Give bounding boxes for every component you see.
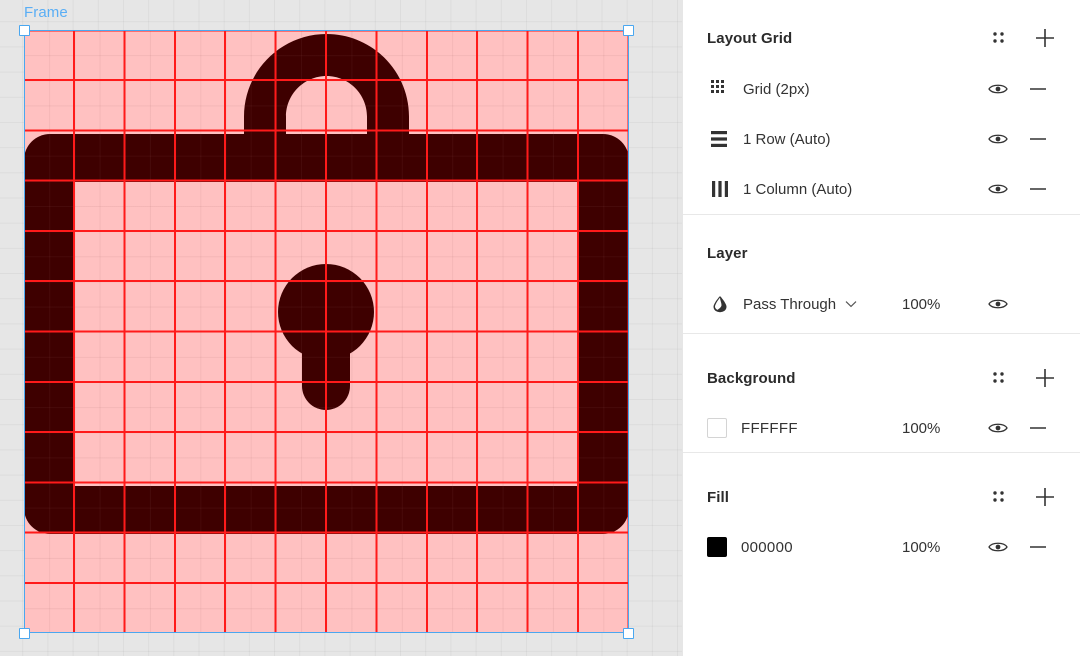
layout-grid-title: Layout Grid	[707, 29, 793, 47]
remove-fill-icon[interactable]	[1020, 544, 1056, 550]
layer-row[interactable]: Pass Through 100%	[707, 275, 1056, 333]
design-tool-window: Frame Layout Grid Grid (2px) 1 Row (Auto…	[0, 0, 1080, 656]
resize-handle-top-right[interactable]	[622, 24, 634, 36]
add-layout-grid-icon[interactable]	[1034, 27, 1056, 49]
frame-label[interactable]: Frame	[24, 4, 68, 21]
layer-title: Layer	[707, 244, 748, 262]
blend-mode-value: Pass Through	[743, 295, 837, 313]
section-layout-grid: Layout Grid Grid (2px) 1 Row (Auto) 1 Co…	[683, 0, 1080, 214]
background-header: Background	[707, 334, 1056, 404]
visibility-eye-icon[interactable]	[976, 421, 1020, 435]
layout-grid-row-rows[interactable]: 1 Row (Auto)	[707, 114, 1056, 164]
fill-opacity-value[interactable]: 100%	[902, 539, 976, 556]
background-settings-icon[interactable]	[992, 371, 1006, 385]
remove-background-icon[interactable]	[1020, 425, 1056, 431]
background-opacity-value[interactable]: 100%	[902, 420, 976, 437]
remove-layout-grid-icon[interactable]	[1020, 186, 1056, 192]
remove-layout-grid-icon[interactable]	[1020, 136, 1056, 142]
grid-settings-icon[interactable]	[992, 31, 1006, 45]
section-background: Background FFFFFF 100%	[683, 333, 1080, 452]
columns-icon	[707, 180, 733, 198]
layout-grid-label-grid: Grid (2px)	[743, 80, 810, 98]
background-row[interactable]: FFFFFF 100%	[707, 404, 1056, 452]
frame-artboard[interactable]	[24, 30, 629, 633]
canvas-viewport[interactable]: Frame	[0, 0, 682, 656]
fill-color-swatch[interactable]	[707, 537, 727, 557]
fill-header: Fill	[707, 453, 1056, 523]
remove-layout-grid-icon[interactable]	[1020, 86, 1056, 92]
blend-droplet-icon	[707, 295, 733, 313]
visibility-eye-icon[interactable]	[976, 82, 1020, 96]
section-fill: Fill 000000 100%	[683, 452, 1080, 579]
rows-icon	[707, 130, 733, 148]
section-layer: Layer Pass Through 100%	[683, 214, 1080, 333]
layout-grid-row-columns[interactable]: 1 Column (Auto)	[707, 164, 1056, 214]
resize-handle-bottom-right[interactable]	[622, 627, 634, 639]
fill-title: Fill	[707, 488, 730, 506]
visibility-eye-icon[interactable]	[976, 182, 1020, 196]
resize-handle-top-left[interactable]	[18, 24, 30, 36]
layout-grid-label-rows: 1 Row (Auto)	[743, 130, 831, 148]
background-color-swatch[interactable]	[707, 418, 727, 438]
layout-grid-row-grid[interactable]: Grid (2px)	[707, 64, 1056, 114]
add-background-icon[interactable]	[1034, 367, 1056, 389]
blend-mode-select[interactable]: Pass Through	[733, 296, 902, 313]
background-title: Background	[707, 369, 796, 387]
layout-grid-header: Layout Grid	[707, 0, 1056, 64]
visibility-eye-icon[interactable]	[976, 297, 1020, 311]
layer-header: Layer	[707, 215, 1056, 275]
add-fill-icon[interactable]	[1034, 486, 1056, 508]
layout-grid-label-columns: 1 Column (Auto)	[743, 180, 853, 198]
grid-dots-icon	[707, 80, 733, 98]
visibility-eye-icon[interactable]	[976, 132, 1020, 146]
fill-hex-value[interactable]: 000000	[727, 539, 902, 556]
background-hex-value[interactable]: FFFFFF	[727, 420, 902, 437]
layer-opacity-value[interactable]: 100%	[902, 296, 976, 313]
lock-icon[interactable]	[24, 30, 629, 633]
visibility-eye-icon[interactable]	[976, 540, 1020, 554]
fill-row[interactable]: 000000 100%	[707, 523, 1056, 571]
resize-handle-bottom-left[interactable]	[18, 627, 30, 639]
fill-settings-icon[interactable]	[992, 490, 1006, 504]
chevron-down-icon	[845, 300, 857, 308]
properties-panel: Layout Grid Grid (2px) 1 Row (Auto) 1 Co…	[682, 0, 1080, 656]
